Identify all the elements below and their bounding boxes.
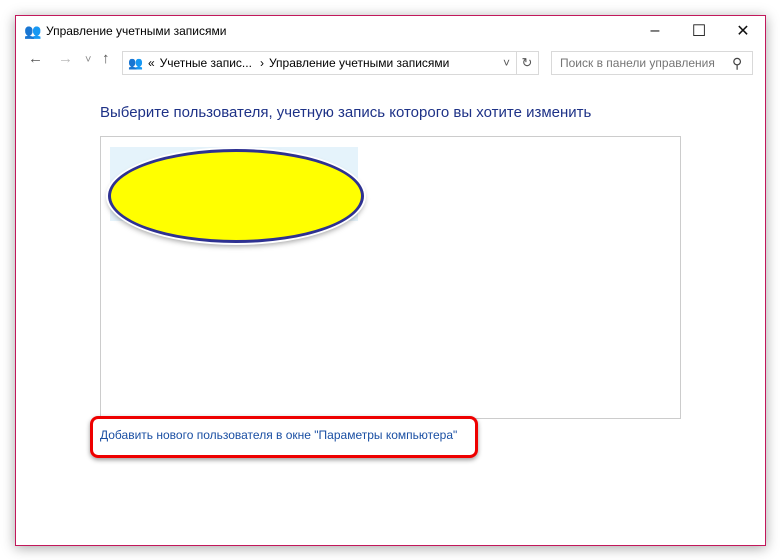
user-tile[interactable] — [108, 147, 364, 243]
page-heading: Выберите пользователя, учетную запись ко… — [100, 104, 592, 121]
redaction-highlight — [108, 149, 364, 243]
users-icon: 👥 — [128, 56, 143, 70]
search-box[interactable]: ⚲ — [551, 51, 753, 75]
maximize-button[interactable]: ☐ — [677, 16, 721, 46]
close-button[interactable]: ✕ — [721, 16, 765, 46]
search-input[interactable] — [558, 55, 732, 71]
user-list — [100, 136, 681, 419]
forward-button[interactable]: → — [58, 50, 73, 74]
address-dropdown[interactable]: ˅ — [503, 56, 510, 70]
recent-locations-button[interactable]: ˅ — [85, 54, 91, 78]
breadcrumb-separator[interactable]: › — [260, 56, 264, 70]
refresh-button[interactable]: ↻ — [516, 51, 539, 75]
breadcrumb-manage-accounts[interactable]: Управление учетными записями — [269, 56, 449, 70]
user-accounts-window: 👥 Управление учетными записями – ☐ ✕ ← →… — [15, 15, 766, 546]
address-bar[interactable]: 👥 « Учетные запис... › Управление учетны… — [122, 51, 517, 75]
add-user-link[interactable]: Добавить нового пользователя в окне "Пар… — [100, 428, 457, 442]
title-bar: 👥 Управление учетными записями – ☐ ✕ — [16, 16, 765, 46]
users-icon: 👥 — [24, 23, 42, 39]
breadcrumb-user-accounts[interactable]: Учетные запис... — [160, 56, 252, 70]
up-button[interactable]: ↑ — [102, 50, 110, 74]
window-title: Управление учетными записями — [46, 24, 227, 38]
back-button[interactable]: ← — [28, 50, 43, 74]
search-icon[interactable]: ⚲ — [732, 55, 742, 72]
breadcrumb-overflow[interactable]: « — [148, 56, 155, 70]
minimize-button[interactable]: – — [633, 16, 677, 46]
